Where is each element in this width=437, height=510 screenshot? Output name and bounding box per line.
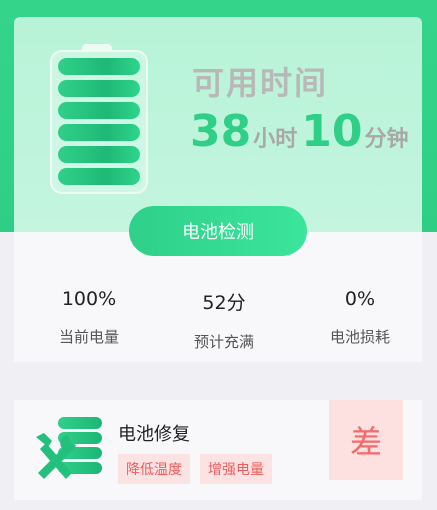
tag-boost-charge: 增强电量: [200, 454, 272, 484]
repair-title: 电池修复: [118, 424, 190, 445]
stat-value: 52分: [202, 292, 246, 314]
battery-bar: [58, 146, 140, 163]
battery-bar: [58, 168, 140, 185]
stat-label: 当前电量: [58, 328, 119, 346]
stat-label: 电池损耗: [329, 328, 390, 346]
stat-full-estimate: 52分 预计充满: [164, 288, 284, 352]
battery-bar: [58, 80, 140, 97]
battery-detect-button[interactable]: 电池检测: [129, 206, 307, 256]
stat-value: 100%: [61, 288, 117, 310]
battery-bar: [58, 124, 140, 141]
hours-value: 38: [190, 106, 252, 157]
repair-grade-badge: 差: [329, 400, 403, 480]
battery-repair-card[interactable]: 电池修复 降低温度 增强电量 差: [14, 400, 422, 500]
minutes-value: 10: [301, 106, 363, 157]
stat-current-charge: 100% 当前电量: [29, 288, 149, 347]
available-time-value: 38 小时 10 分钟: [190, 106, 413, 157]
battery-bar: [58, 58, 140, 75]
minutes-unit: 分钟: [364, 127, 409, 152]
battery-icon: [50, 50, 148, 194]
hours-unit: 小时: [253, 127, 298, 152]
stat-battery-wear: 0% 电池损耗: [300, 288, 420, 347]
stat-value: 0%: [344, 288, 376, 310]
battery-bar: [58, 102, 140, 119]
battery-wrench-icon: [36, 417, 102, 479]
tag-lower-temperature: 降低温度: [118, 454, 190, 484]
available-time-title: 可用时间: [192, 64, 329, 102]
stat-label: 预计充满: [193, 333, 254, 351]
